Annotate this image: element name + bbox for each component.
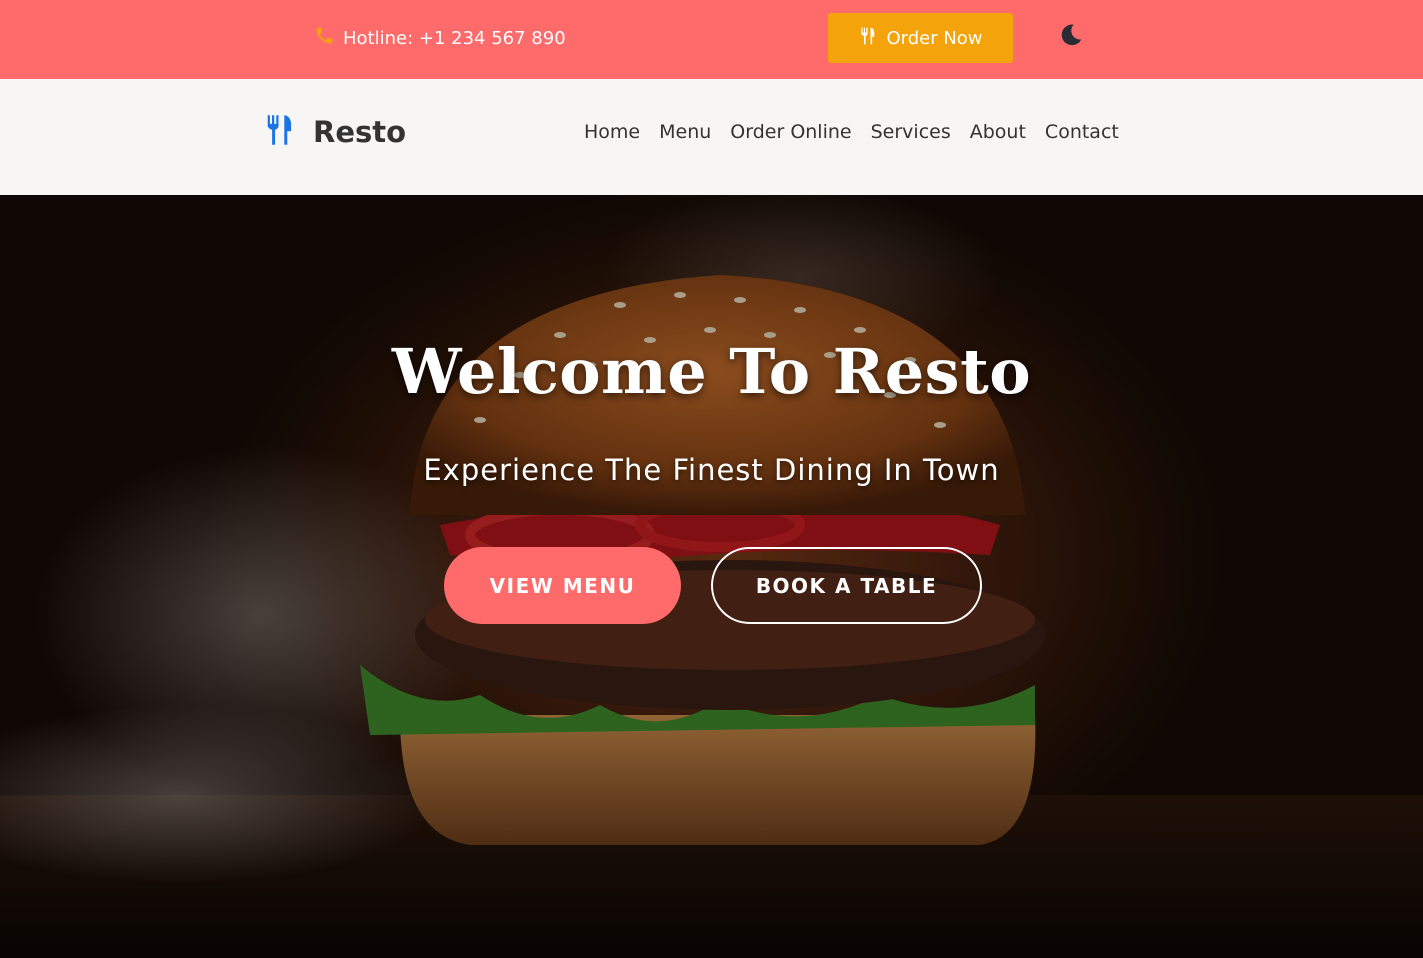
book-table-button[interactable]: BOOK A TABLE: [711, 547, 982, 624]
phone-icon: [314, 25, 335, 51]
nav-link-about[interactable]: About: [970, 121, 1026, 143]
order-now-label: Order Now: [886, 27, 983, 49]
hero-subtitle: Experience The Finest Dining In Town: [423, 453, 1000, 487]
brand-logo[interactable]: Resto: [265, 112, 406, 152]
utensils-icon: [265, 114, 295, 150]
hotline-text: Hotline: +1 234 567 890: [343, 27, 566, 49]
hotline[interactable]: Hotline: +1 234 567 890: [314, 25, 566, 51]
nav-link-home[interactable]: Home: [584, 121, 640, 143]
brand-name: Resto: [313, 115, 407, 149]
nav-menu: Home Menu Order Online Services About Co…: [584, 117, 1119, 147]
utensils-icon: [858, 26, 878, 51]
nav-link-menu[interactable]: Menu: [659, 121, 711, 143]
hero-section: Welcome To Resto Experience The Finest D…: [0, 195, 1423, 958]
moon-icon: [1058, 24, 1084, 52]
nav-link-contact[interactable]: Contact: [1045, 121, 1119, 143]
hero-title: Welcome To Resto: [391, 335, 1032, 408]
order-now-button[interactable]: Order Now: [828, 13, 1013, 63]
top-bar: Hotline: +1 234 567 890 Order Now: [0, 0, 1423, 79]
main-navbar: Resto Home Menu Order Online Services Ab…: [0, 79, 1423, 195]
view-menu-button[interactable]: VIEW MENU: [444, 547, 681, 624]
theme-toggle[interactable]: [1058, 22, 1084, 48]
nav-link-order-online[interactable]: Order Online: [730, 121, 851, 143]
nav-link-services[interactable]: Services: [871, 121, 951, 143]
